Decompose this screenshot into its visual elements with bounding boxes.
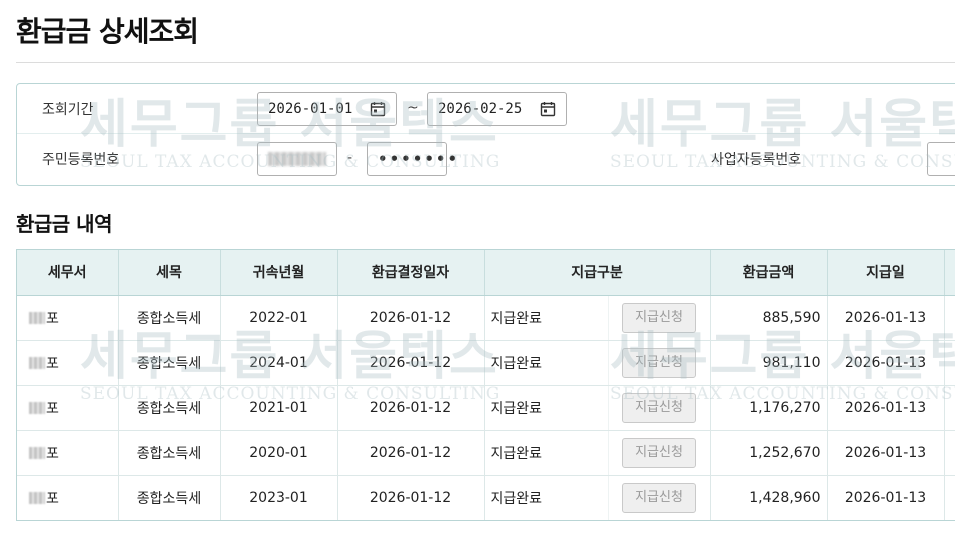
start-date-value: 2026-01-01 (268, 101, 353, 117)
period-cell: 2024-01 (220, 340, 338, 386)
period-cell: 2022-01 (220, 295, 338, 341)
section-title: 환급금 내역 (16, 212, 112, 236)
request-payment-button[interactable]: 지급신청 (622, 437, 696, 468)
status-cell: 지급완료 (484, 385, 609, 431)
table-row[interactable]: 포 종합소득세 2022-01 2026-01-12 지급완료 지급신청 885… (17, 295, 955, 341)
rrn-back-field[interactable]: ••••••• (367, 142, 457, 176)
office-blurred-prefix (29, 356, 45, 369)
amount-cell: 1,176,270 (710, 385, 828, 431)
action-cell: 지급신청 (608, 340, 711, 386)
extra-cell (944, 295, 955, 341)
tax-type-cell: 종합소득세 (118, 340, 221, 386)
tax-type-cell: 종합소득세 (118, 295, 221, 341)
column-header-amount[interactable]: 환급금액 (710, 250, 828, 296)
status-cell: 지급완료 (484, 475, 609, 520)
end-date-value: 2026-02-25 (438, 101, 523, 117)
office-cell: 포 (17, 475, 119, 520)
office-cell: 포 (17, 430, 119, 476)
column-header-decision-date[interactable]: 환급결정일자 (337, 250, 485, 296)
table-row[interactable]: 포 종합소득세 2023-01 2026-01-12 지급완료 지급신청 1,4… (17, 475, 955, 520)
rrn-front-field[interactable] (257, 142, 337, 176)
calendar-icon[interactable] (370, 101, 386, 117)
request-payment-button[interactable]: 지급신청 (622, 482, 696, 513)
office-suffix: 포 (46, 445, 59, 462)
period-cell: 2020-01 (220, 430, 338, 476)
tax-type-cell: 종합소득세 (118, 475, 221, 520)
column-header-payment-status[interactable]: 지급구분 (484, 250, 711, 296)
action-cell: 지급신청 (608, 430, 711, 476)
office-blurred-prefix (29, 311, 45, 324)
office-cell: 포 (17, 295, 119, 341)
action-cell: 지급신청 (608, 475, 711, 520)
rrn-back-masked-value: ••••••• (378, 150, 460, 168)
biz-number-field[interactable] (927, 142, 955, 176)
search-row-id: 주민등록번호 - ••••••• 사업자등록번호 (17, 134, 955, 184)
rrn-dash: - (347, 150, 353, 166)
end-date-field[interactable]: 2026-02-25 (427, 92, 567, 126)
decision-date-cell: 2026-01-12 (337, 430, 485, 476)
pay-date-cell: 2026-01-13 (827, 475, 945, 520)
date-range-separator: ~ (407, 100, 419, 116)
request-payment-button[interactable]: 지급신청 (622, 302, 696, 333)
amount-cell: 885,590 (710, 295, 828, 341)
search-row-period: 조회기간 2026-01-01 ~ 2026-02-25 (17, 84, 955, 134)
office-suffix: 포 (46, 400, 59, 417)
search-panel: 조회기간 2026-01-01 ~ 2026-02-25 주민등록번호 - ••… (16, 83, 955, 186)
amount-cell: 1,252,670 (710, 430, 828, 476)
column-header-office[interactable]: 세무서 (17, 250, 119, 296)
extra-cell (944, 475, 955, 520)
start-date-field[interactable]: 2026-01-01 (257, 92, 397, 126)
decision-date-cell: 2026-01-12 (337, 385, 485, 431)
extra-cell (944, 340, 955, 386)
rrn-label: 주민등록번호 (42, 152, 120, 168)
tax-type-cell: 종합소득세 (118, 430, 221, 476)
period-cell: 2023-01 (220, 475, 338, 520)
office-blurred-prefix (29, 401, 45, 414)
office-cell: 포 (17, 385, 119, 431)
tax-type-cell: 종합소득세 (118, 385, 221, 431)
amount-cell: 1,428,960 (710, 475, 828, 520)
refund-table-wrapper: 세무서 세목 귀속년월 환급결정일자 지급구분 환급금액 지급일 포 종합소득세… (16, 249, 955, 521)
decision-date-cell: 2026-01-12 (337, 475, 485, 520)
pay-date-cell: 2026-01-13 (827, 430, 945, 476)
status-cell: 지급완료 (484, 295, 609, 341)
status-cell: 지급완료 (484, 340, 609, 386)
pay-date-cell: 2026-01-13 (827, 340, 945, 386)
amount-cell: 981,110 (710, 340, 828, 386)
rrn-front-blurred-value (268, 152, 326, 166)
column-header-extra (944, 250, 955, 296)
refund-table: 세무서 세목 귀속년월 환급결정일자 지급구분 환급금액 지급일 포 종합소득세… (17, 250, 955, 520)
action-cell: 지급신청 (608, 295, 711, 341)
office-cell: 포 (17, 340, 119, 386)
table-row[interactable]: 포 종합소득세 2021-01 2026-01-12 지급완료 지급신청 1,1… (17, 385, 955, 431)
request-payment-button[interactable]: 지급신청 (622, 347, 696, 378)
biz-number-label: 사업자등록번호 (711, 152, 802, 168)
title-divider (16, 62, 955, 63)
period-cell: 2021-01 (220, 385, 338, 431)
decision-date-cell: 2026-01-12 (337, 340, 485, 386)
pay-date-cell: 2026-01-13 (827, 385, 945, 431)
office-suffix: 포 (46, 355, 59, 372)
office-blurred-prefix (29, 491, 45, 504)
column-header-tax-type[interactable]: 세목 (118, 250, 221, 296)
column-header-pay-date[interactable]: 지급일 (827, 250, 945, 296)
decision-date-cell: 2026-01-12 (337, 295, 485, 341)
pay-date-cell: 2026-01-13 (827, 295, 945, 341)
office-suffix: 포 (46, 490, 59, 507)
request-payment-button[interactable]: 지급신청 (622, 392, 696, 423)
calendar-icon[interactable] (540, 101, 556, 117)
extra-cell (944, 385, 955, 431)
office-suffix: 포 (46, 310, 59, 327)
office-blurred-prefix (29, 446, 45, 459)
column-header-period[interactable]: 귀속년월 (220, 250, 338, 296)
extra-cell (944, 430, 955, 476)
period-label: 조회기간 (42, 102, 94, 118)
action-cell: 지급신청 (608, 385, 711, 431)
table-row[interactable]: 포 종합소득세 2020-01 2026-01-12 지급완료 지급신청 1,2… (17, 430, 955, 476)
status-cell: 지급완료 (484, 430, 609, 476)
table-header-row: 세무서 세목 귀속년월 환급결정일자 지급구분 환급금액 지급일 (17, 250, 955, 296)
table-row[interactable]: 포 종합소득세 2024-01 2026-01-12 지급완료 지급신청 981… (17, 340, 955, 386)
page-title: 환급금 상세조회 (16, 15, 199, 48)
